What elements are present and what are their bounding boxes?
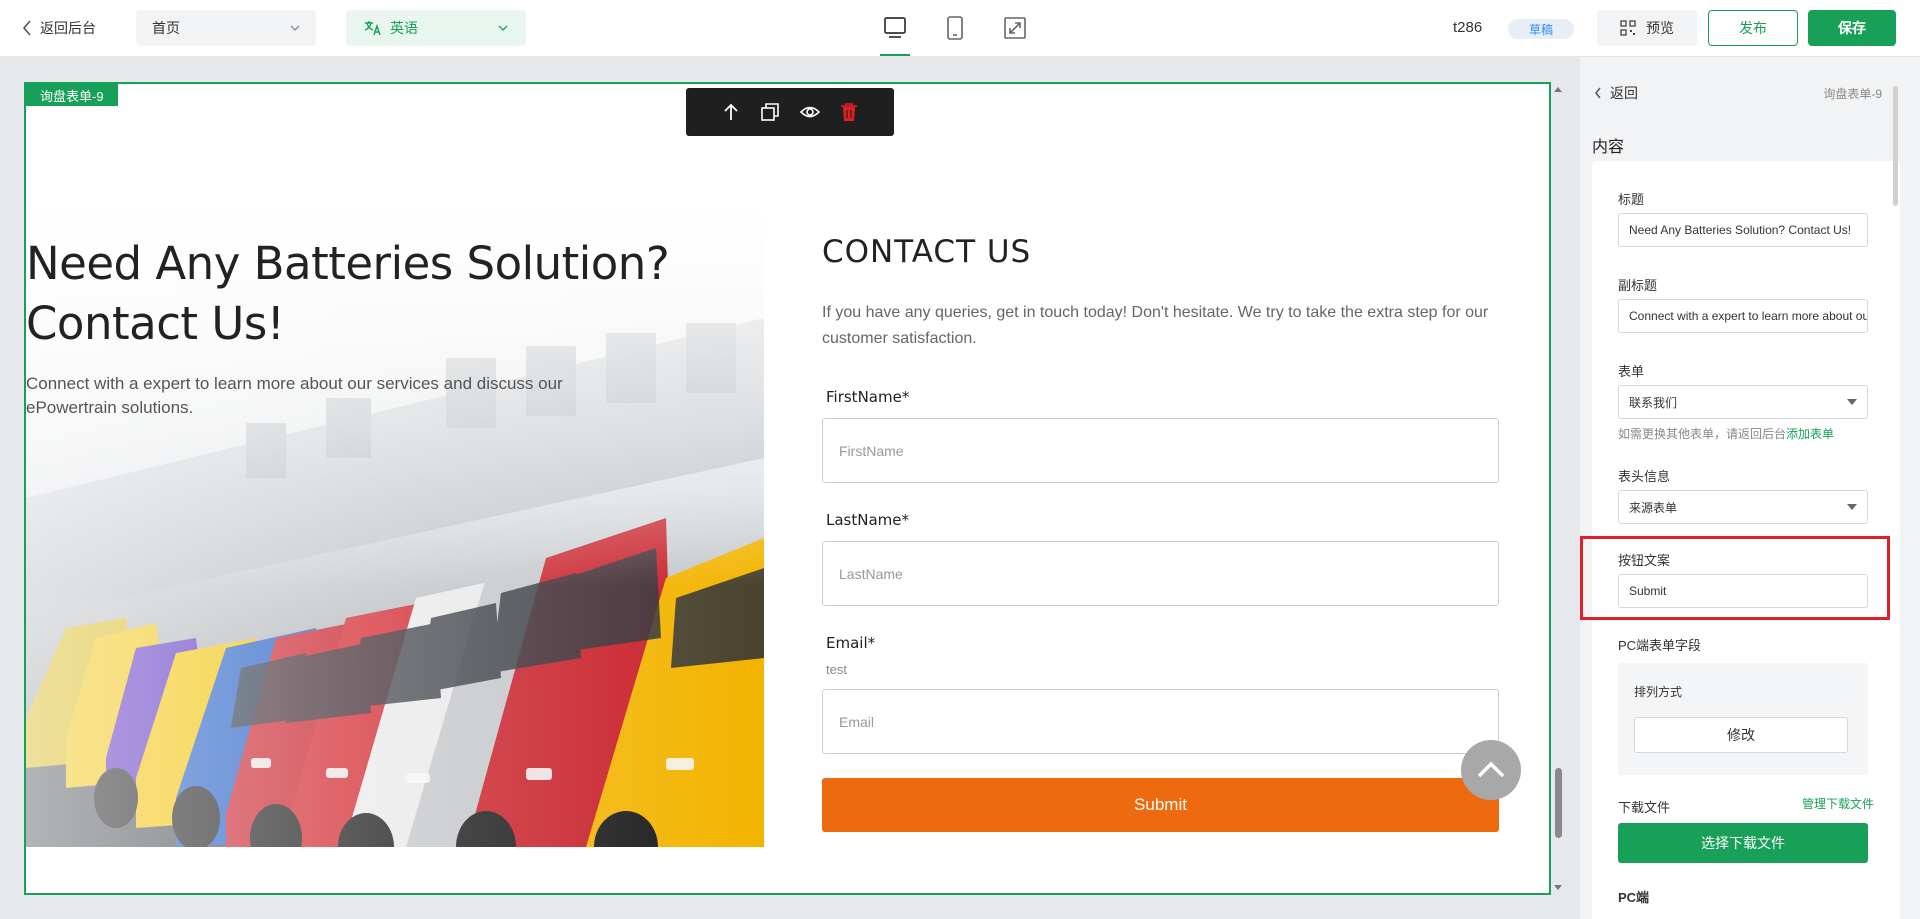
preview-label: 预览 <box>1646 20 1674 36</box>
subtitle-input[interactable]: Connect with a expert to learn more abou… <box>1618 299 1868 333</box>
contact-description: If you have any queries, get in touch to… <box>822 304 1489 347</box>
contact-form: CONTACT US If you have any queries, get … <box>822 234 1522 832</box>
caret-down-icon <box>1847 399 1857 405</box>
duplicate-button[interactable] <box>759 101 781 123</box>
add-form-link[interactable]: 添加表单 <box>1786 427 1834 441</box>
visibility-button[interactable] <box>799 101 821 123</box>
form-select-value: 联系我们 <box>1629 395 1678 410</box>
desktop-view-button[interactable] <box>880 12 910 56</box>
panel-back-label: 返回 <box>1610 85 1638 101</box>
scrollbar-thumb[interactable] <box>1555 768 1562 838</box>
choose-download-button[interactable]: 选择下载文件 <box>1618 823 1868 863</box>
preview-button[interactable]: 预览 <box>1597 10 1697 46</box>
canvas-scrollbar[interactable] <box>1551 82 1565 895</box>
page-select[interactable]: 首页 <box>136 10 316 46</box>
pc-fields-label: PC端表单字段 <box>1618 638 1702 653</box>
title-label: 标题 <box>1618 192 1645 207</box>
arrow-up-icon <box>723 103 738 120</box>
qrcode-icon <box>1620 20 1636 36</box>
status-badge: 草稿 <box>1508 19 1574 39</box>
site-name: t286 <box>1453 19 1483 36</box>
publish-button[interactable]: 发布 <box>1708 10 1798 46</box>
header-info-label: 表头信息 <box>1618 469 1671 484</box>
header-info-select[interactable]: 来源表单 <box>1618 490 1868 524</box>
arrangement-box: 排列方式 修改 <box>1618 663 1868 775</box>
manage-download-link[interactable]: 管理下载文件 <box>1802 795 1874 812</box>
trash-icon <box>841 103 858 121</box>
modify-button[interactable]: 修改 <box>1634 717 1848 753</box>
module-toolbar <box>686 88 894 136</box>
hero-title: Need Any Batteries Solution? Contact Us! <box>26 237 670 350</box>
tablet-icon <box>947 16 963 40</box>
firstname-label: FirstName* <box>826 388 910 406</box>
hero-subtitle: Connect with a expert to learn more abou… <box>26 374 563 417</box>
lastname-field[interactable]: LastName <box>822 541 1499 606</box>
scroll-down-arrow-icon <box>1554 885 1562 890</box>
pc-section-label: PC端 <box>1618 890 1650 905</box>
highlight-box <box>1580 536 1890 620</box>
fullscreen-view-button[interactable] <box>1000 12 1030 44</box>
module-tag: 询盘表单-9 <box>26 84 118 106</box>
hero-text: Need Any Batteries Solution? Contact Us!… <box>26 234 726 420</box>
chevron-left-icon <box>1595 87 1601 99</box>
submit-button[interactable]: Submit <box>822 778 1499 832</box>
device-switcher <box>880 12 1030 56</box>
email-label: Email* <box>826 634 876 652</box>
tablet-view-button[interactable] <box>940 12 970 44</box>
properties-panel: 返回 询盘表单-9 内容 标题 Need Any Batteries Solut… <box>1580 57 1920 919</box>
editor-canvas[interactable]: 询盘表单-9 Need Any Batteries Solution? Cont… <box>24 82 1551 895</box>
form-hint-text: 如需更换其他表单，请返回后台 <box>1618 427 1787 441</box>
scroll-up-arrow-icon <box>1554 87 1562 92</box>
caret-down-icon <box>1847 504 1857 510</box>
firstname-field[interactable]: FirstName <box>822 418 1499 483</box>
breadcrumb: 询盘表单-9 <box>1823 87 1882 101</box>
scroll-to-top-button[interactable] <box>1461 740 1521 800</box>
title-input[interactable]: Need Any Batteries Solution? Contact Us! <box>1618 213 1868 247</box>
back-to-admin-label: 返回后台 <box>40 20 96 36</box>
page-select-value: 首页 <box>152 20 180 36</box>
email-field[interactable]: Email <box>822 689 1499 754</box>
download-label: 下载文件 <box>1618 800 1671 815</box>
copy-icon <box>761 103 779 121</box>
desktop-icon <box>884 17 906 38</box>
chevron-down-icon <box>290 25 300 31</box>
subtitle-label: 副标题 <box>1618 278 1658 293</box>
form-label: 表单 <box>1618 364 1645 379</box>
arrangement-label: 排列方式 <box>1634 685 1683 699</box>
panel-back-button[interactable]: 返回 <box>1594 83 1638 103</box>
panel-scrollbar-thumb[interactable] <box>1893 86 1898 206</box>
eye-icon <box>799 106 820 118</box>
form-hint: 如需更换其他表单，请返回后台添加表单 <box>1618 425 1834 442</box>
save-button[interactable]: 保存 <box>1808 10 1896 46</box>
chevron-left-icon <box>22 20 31 36</box>
scrollbar-track <box>1555 190 1556 770</box>
expand-icon <box>1004 17 1026 39</box>
chevron-down-icon <box>498 25 508 31</box>
email-note: test <box>826 662 847 677</box>
section-title: 内容 <box>1592 139 1625 156</box>
delete-button[interactable] <box>838 101 860 123</box>
language-select[interactable]: 英语 <box>346 10 526 46</box>
lastname-label: LastName* <box>826 511 909 529</box>
chevron-up-icon <box>1477 761 1505 778</box>
contact-title: CONTACT US <box>822 234 1032 270</box>
translate-icon <box>364 21 381 36</box>
language-select-value: 英语 <box>390 20 418 36</box>
header-info-value: 来源表单 <box>1629 500 1678 515</box>
move-up-button[interactable] <box>720 101 742 123</box>
top-bar: 返回后台 首页 英语 t286 草稿 预览 发布 保存 <box>0 0 1920 57</box>
form-select[interactable]: 联系我们 <box>1618 385 1868 419</box>
back-to-admin-button[interactable]: 返回后台 <box>22 18 96 38</box>
